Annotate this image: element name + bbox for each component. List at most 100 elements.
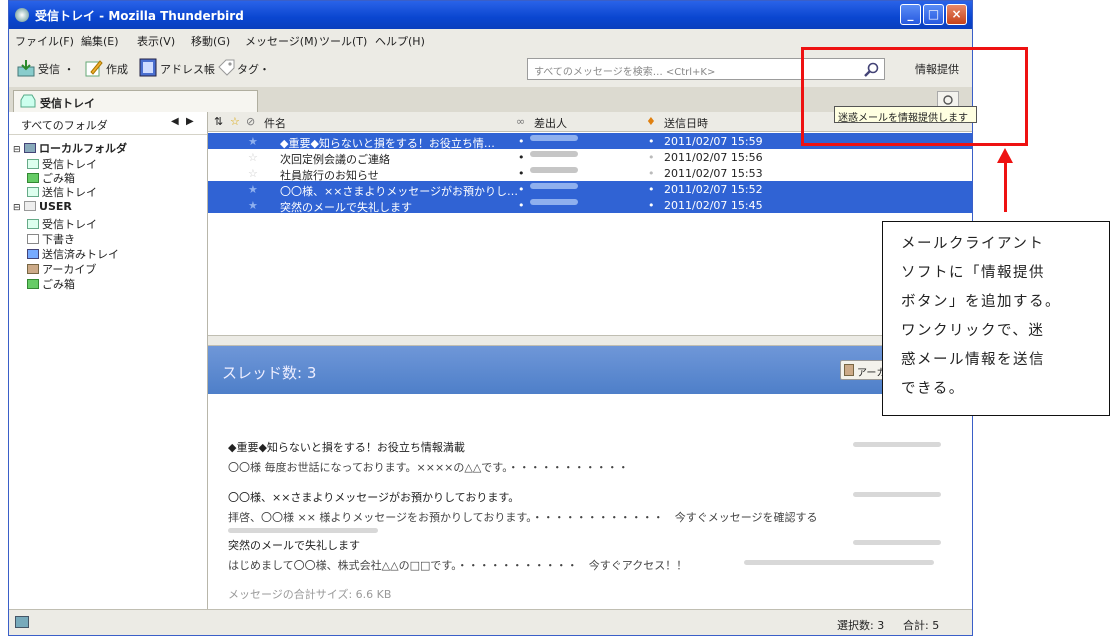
minimize-button[interactable]: _ <box>900 4 921 25</box>
attachment-column-icon[interactable]: ⊘ <box>246 115 255 128</box>
folder-view-label[interactable]: すべてのフォルダ <box>21 117 108 133</box>
junk-column-icon[interactable]: ♦ <box>646 115 656 128</box>
folder-user-drafts[interactable]: 下書き <box>27 231 75 247</box>
junk-dot-icon[interactable]: • <box>648 167 655 180</box>
link-redacted <box>228 528 378 533</box>
folder-label: アーカイブ <box>42 263 97 276</box>
total-size: メッセージの合計サイズ: 6.6 KB <box>228 588 392 601</box>
folder-local[interactable]: ⊟ ローカルフォルダ <box>13 140 127 156</box>
sender-redacted <box>530 135 578 141</box>
link-redacted <box>744 560 934 565</box>
menu-bar: ファイル(F) 編集(E) 表示(V) 移動(G) メッセージ(M) ツール(T… <box>9 29 972 49</box>
collapse-toggle-icon[interactable]: ⊟ <box>13 145 21 155</box>
message-row[interactable]: ★ 突然のメールで失礼します • • 2011/02/07 15:45 <box>208 197 972 214</box>
summary-subject[interactable]: 突然のメールで失礼します <box>228 537 360 553</box>
get-mail-button[interactable]: 受信 ・ <box>38 61 75 77</box>
message-row[interactable]: ★ 〇〇様、××さまよりメッセージがお預かりし… • • 2011/02/07 … <box>208 181 972 198</box>
sender-redacted <box>853 442 941 447</box>
menu-tools[interactable]: ツール(T) <box>319 33 367 49</box>
column-date[interactable]: 送信日時 <box>664 115 708 131</box>
read-dot-icon[interactable]: • <box>518 167 525 180</box>
arrow-up-icon <box>997 148 1013 163</box>
folder-pane: すべてのフォルダ ◀ ▶ ⊟ ローカルフォルダ 受信トレイ ごみ箱 送信トレイ … <box>9 112 208 609</box>
star-icon[interactable]: ★ <box>248 183 258 196</box>
junk-dot-icon[interactable]: • <box>648 135 655 148</box>
message-date: 2011/02/07 15:53 <box>664 167 763 180</box>
menu-view[interactable]: 表示(V) <box>137 33 175 49</box>
trash-icon <box>27 173 39 183</box>
account-icon <box>24 201 37 211</box>
get-mail-icon[interactable] <box>17 59 35 80</box>
column-subject[interactable]: 件名 <box>264 115 286 131</box>
read-dot-icon[interactable]: • <box>518 199 525 212</box>
report-tooltip: 迷惑メールを情報提供します <box>834 106 977 124</box>
tag-button[interactable]: タグ・ <box>237 61 270 77</box>
menu-edit[interactable]: 編集(E) <box>81 33 119 49</box>
folder-user-trash[interactable]: ごみ箱 <box>27 276 75 292</box>
tooltip-text: 迷惑メールを情報提供します <box>838 113 968 124</box>
star-icon[interactable]: ☆ <box>248 151 258 164</box>
collapse-toggle-icon[interactable]: ⊟ <box>13 203 21 213</box>
search-placeholder: すべてのメッセージを検索… <Ctrl+K> <box>534 67 716 78</box>
message-preview: スレッド数: 3 アーカ ◆重要◆知らないと損をする！お役立ち情報満載 〇〇様 … <box>208 346 972 609</box>
menu-file[interactable]: ファイル(F) <box>15 33 74 49</box>
message-row[interactable]: ☆ 社員旅行のお知らせ • • 2011/02/07 15:53 <box>208 165 972 182</box>
sender-redacted <box>530 199 578 205</box>
pane-splitter[interactable] <box>208 335 972 346</box>
folder-user-sent[interactable]: 送信済みトレイ <box>27 246 119 262</box>
star-icon[interactable]: ☆ <box>248 167 258 180</box>
read-dot-icon[interactable]: • <box>518 151 525 164</box>
sender-redacted <box>530 167 578 173</box>
maximize-button[interactable]: □ <box>923 4 944 25</box>
junk-dot-icon[interactable]: • <box>648 151 655 164</box>
thread-count: スレッド数: 3 <box>222 364 317 382</box>
star-icon[interactable]: ★ <box>248 135 258 148</box>
folder-user-archive[interactable]: アーカイブ <box>27 261 96 277</box>
sender-redacted <box>530 183 578 189</box>
title-bar[interactable]: 受信トレイ - Mozilla Thunderbird _ □ × <box>9 1 972 29</box>
folder-label: 受信トレイ <box>42 218 97 231</box>
folder-pane-header: すべてのフォルダ ◀ ▶ <box>9 112 207 135</box>
message-date: 2011/02/07 15:56 <box>664 151 763 164</box>
folder-user-account[interactable]: ⊟ USER <box>13 200 72 213</box>
window-title: 受信トレイ - Mozilla Thunderbird <box>35 9 244 23</box>
callout-line: ワンクリックで、迷 <box>901 323 1045 339</box>
write-icon[interactable] <box>85 59 103 80</box>
tag-icon[interactable] <box>217 59 235 80</box>
online-status-icon[interactable] <box>15 616 29 628</box>
menu-help[interactable]: ヘルプ(H) <box>375 33 425 49</box>
write-button[interactable]: 作成 <box>106 61 128 77</box>
summary-subject[interactable]: 〇〇様、××さまよりメッセージがお預かりしております。 <box>228 489 519 505</box>
folder-view-prev-icon[interactable]: ◀ <box>171 116 179 127</box>
trash-icon <box>27 279 39 289</box>
address-book-icon[interactable] <box>139 58 157 80</box>
read-column-icon[interactable]: ∞ <box>516 115 525 128</box>
message-date: 2011/02/07 15:45 <box>664 199 763 212</box>
star-icon[interactable]: ★ <box>248 199 258 212</box>
column-sender[interactable]: 差出人 <box>534 115 567 131</box>
read-dot-icon[interactable]: • <box>518 135 525 148</box>
folder-user-inbox[interactable]: 受信トレイ <box>27 216 97 232</box>
message-row[interactable]: ☆ 次回定例会議のご連絡 • • 2011/02/07 15:56 <box>208 149 972 166</box>
menu-message[interactable]: メッセージ(M) <box>245 33 318 49</box>
total-count: 合計: 5 <box>903 619 940 632</box>
summary-subject[interactable]: ◆重要◆知らないと損をする！お役立ち情報満載 <box>228 439 465 455</box>
address-book-button[interactable]: アドレス帳 <box>160 61 215 77</box>
folder-view-next-icon[interactable]: ▶ <box>186 116 194 127</box>
star-column-icon[interactable]: ☆ <box>230 115 240 128</box>
folder-local-outbox[interactable]: 送信トレイ <box>27 184 97 200</box>
menu-go[interactable]: 移動(G) <box>191 33 230 49</box>
inbox-icon <box>27 159 39 169</box>
tab-inbox[interactable]: 受信トレイ <box>13 90 258 112</box>
folder-label: ローカルフォルダ <box>39 142 128 155</box>
callout-line: できる。 <box>901 381 965 397</box>
folder-label: 下書き <box>42 233 75 246</box>
junk-dot-icon[interactable]: • <box>648 183 655 196</box>
inbox-icon <box>20 94 36 111</box>
folder-label: 送信済みトレイ <box>42 248 119 261</box>
close-button[interactable]: × <box>946 4 967 25</box>
junk-dot-icon[interactable]: • <box>648 199 655 212</box>
read-dot-icon[interactable]: • <box>518 183 525 196</box>
thread-column-icon[interactable]: ⇅ <box>214 115 223 128</box>
message-date: 2011/02/07 15:59 <box>664 135 763 148</box>
